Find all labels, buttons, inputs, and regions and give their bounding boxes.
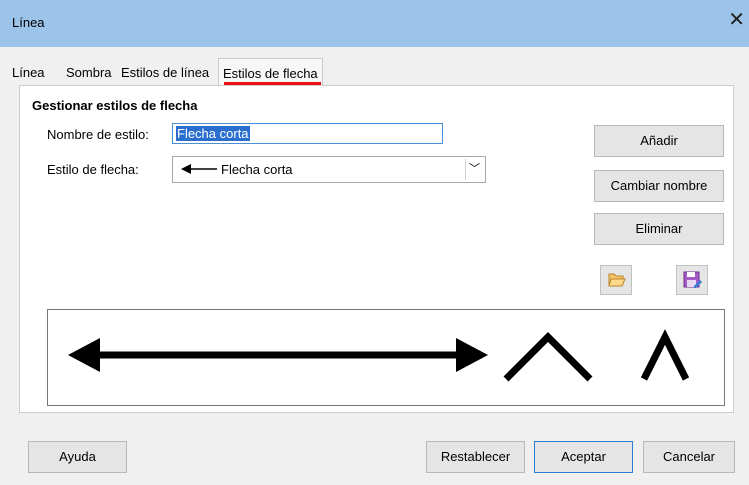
arrow-style-value: Flecha corta (221, 162, 293, 177)
style-name-value: Flecha corta (176, 126, 250, 141)
style-name-label: Nombre de estilo: (47, 127, 149, 142)
tab-linea[interactable]: Línea (12, 63, 45, 84)
close-icon[interactable]: ✕ (728, 10, 745, 30)
arrow-style-label: Estilo de flecha: (47, 162, 139, 177)
tab-estilos-de-linea[interactable]: Estilos de línea (121, 63, 209, 84)
add-button[interactable]: Añadir (594, 125, 724, 157)
tab-sombra[interactable]: Sombra (66, 63, 112, 84)
section-heading: Gestionar estilos de flecha (32, 98, 198, 113)
folder-open-icon (608, 273, 626, 287)
reset-button-label: Restablecer (440, 449, 511, 464)
save-arrow-button[interactable] (676, 265, 708, 295)
open-button[interactable] (600, 265, 632, 295)
save-icon (683, 271, 702, 288)
title-bar: Línea ✕ (0, 0, 749, 47)
arrow-preview-graphic (68, 329, 690, 382)
style-name-input[interactable]: Flecha corta (172, 123, 443, 144)
delete-button-label: Eliminar (635, 221, 683, 236)
help-button[interactable]: Ayuda (28, 441, 127, 473)
rename-button-label: Cambiar nombre (610, 178, 708, 193)
add-button-label: Añadir (640, 133, 678, 148)
cancel-button[interactable]: Cancelar (643, 441, 735, 473)
help-button-label: Ayuda (59, 449, 96, 464)
arrow-style-select[interactable]: Flecha corta ﹀ (172, 156, 486, 183)
rename-button[interactable]: Cambiar nombre (594, 170, 724, 202)
cancel-button-label: Cancelar (662, 449, 716, 464)
arrow-preview (47, 309, 725, 406)
ok-button[interactable]: Aceptar (534, 441, 633, 473)
ok-button-label: Aceptar (561, 449, 606, 464)
chevron-down-icon[interactable]: ﹀ (465, 159, 483, 180)
delete-button[interactable]: Eliminar (594, 213, 724, 245)
arrow-style-preview-icon (181, 164, 217, 174)
dialog-title: Línea (12, 15, 45, 30)
reset-button[interactable]: Restablecer (426, 441, 525, 473)
